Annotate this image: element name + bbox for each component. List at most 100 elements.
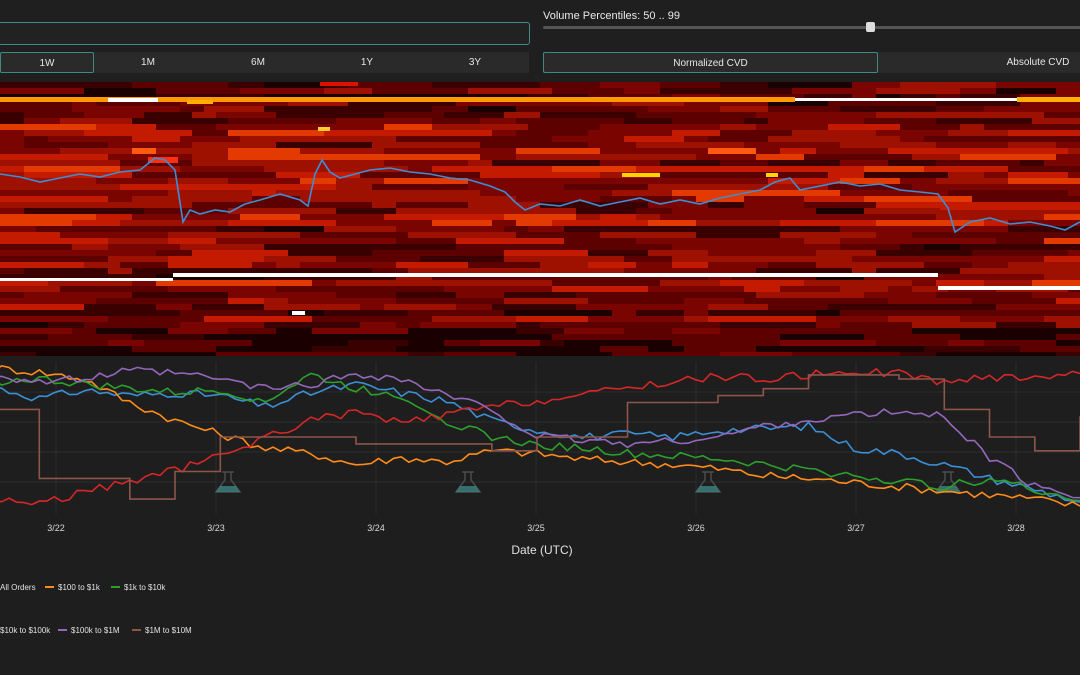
legend-item-all-orders[interactable]: All Orders — [0, 583, 36, 592]
heatmap-cell — [1056, 298, 1080, 305]
heatmap-cell — [972, 262, 1009, 269]
liquidity-band — [795, 98, 1017, 101]
heatmap-cell — [96, 184, 121, 191]
heatmap-cell — [228, 298, 265, 305]
heatmap-cell — [216, 280, 313, 287]
heatmap-cell — [0, 268, 25, 275]
heatmap-cell — [648, 346, 685, 353]
heatmap-cell — [792, 88, 877, 95]
x-tick-label: 3/25 — [527, 523, 545, 533]
symbol-input[interactable] — [0, 22, 530, 45]
volume-percentiles-slider[interactable] — [543, 26, 1080, 29]
heatmap-cell — [0, 310, 37, 317]
heatmap-cell — [960, 352, 1057, 356]
heatmap-cell — [900, 352, 937, 356]
heatmap-cell — [660, 214, 745, 221]
heatmap-cell — [192, 142, 217, 149]
heatmap-cell — [72, 244, 109, 251]
heatmap-cell — [1008, 166, 1080, 173]
heatmap-cell — [960, 88, 997, 95]
heatmap-cell — [660, 88, 769, 95]
heatmap-cell — [384, 190, 481, 197]
heatmap-cell — [48, 346, 133, 353]
timeframe-1w-button[interactable]: 1W — [0, 52, 94, 73]
heatmap-cell — [336, 118, 433, 125]
heatmap-cell — [0, 160, 49, 167]
heatmap-cell — [0, 250, 97, 257]
heatmap-cell — [288, 298, 397, 305]
legend-item-1k-10k[interactable]: $1k to $10k — [111, 583, 165, 592]
heatmap-cell — [420, 256, 505, 263]
heatmap-cell — [312, 280, 337, 287]
heatmap-cell — [228, 208, 337, 215]
heatmap-cell — [432, 82, 541, 89]
heatmap-cell — [396, 226, 505, 233]
heatmap-cell — [972, 238, 997, 245]
heatmap-cell — [252, 340, 349, 347]
heatmap-cell — [516, 316, 589, 323]
heatmap-cell — [456, 238, 493, 245]
controls-panel: 1W 1M 6M 1Y 3Y Volume Percentiles: 50 ..… — [0, 0, 1080, 80]
heatmap-cell — [300, 214, 385, 221]
heatmap-cell — [684, 238, 781, 245]
normalized-cvd-button[interactable]: Normalized CVD — [543, 52, 878, 73]
heatmap-cell — [972, 250, 1069, 257]
heatmap-cell — [480, 148, 517, 155]
heatmap-cell — [312, 316, 373, 323]
heatmap-cell — [132, 142, 193, 149]
heatmap-cell — [756, 346, 841, 353]
heatmap-cell — [492, 130, 517, 137]
heatmap-cell — [96, 298, 169, 305]
timeframe-1y-button[interactable]: 1Y — [323, 52, 411, 73]
heatmap-cell — [24, 136, 49, 143]
legend-item-10k-100k[interactable]: $10k to $100k — [0, 626, 50, 635]
heatmap-cell — [348, 340, 373, 347]
heatmap-cell — [480, 190, 553, 197]
heatmap-cell — [168, 232, 193, 239]
absolute-cvd-button[interactable]: Absolute CVD — [963, 52, 1080, 73]
heatmap-cell — [936, 292, 1033, 299]
heatmap-cell — [636, 262, 673, 269]
heatmap-cell — [132, 334, 205, 341]
heatmap-cell — [168, 190, 253, 197]
legend-item-1m-10m[interactable]: $1M to $10M — [132, 626, 192, 635]
heatmap-cell — [876, 130, 901, 137]
timeframe-3y-button[interactable]: 3Y — [431, 52, 519, 73]
heatmap-cell — [504, 226, 529, 233]
timeframe-6m-button[interactable]: 6M — [214, 52, 302, 73]
x-axis: 3/22 3/23 3/24 3/25 3/26 3/27 3/28 Date (UTC) — [47, 523, 1025, 557]
heatmap-cell — [216, 142, 277, 149]
heatmap-cell — [984, 328, 1009, 335]
heatmap-cell — [1008, 232, 1080, 239]
heatmap-cell — [960, 316, 1045, 323]
heatmap-cell — [864, 118, 937, 125]
heatmap-cell — [552, 166, 637, 173]
watermark-logo-fill — [696, 486, 720, 492]
heatmap-cell — [912, 184, 1009, 191]
heatmap-cell — [684, 148, 709, 155]
timeframe-1m-button[interactable]: 1M — [104, 52, 192, 73]
heatmap-cell — [108, 244, 181, 251]
heatmap-cell — [684, 226, 793, 233]
heatmap-cell — [480, 340, 541, 347]
heatmap-cell — [1068, 172, 1080, 179]
heatmap-cell — [984, 172, 1009, 179]
heatmap-cell — [60, 82, 133, 89]
heatmap-cell — [0, 208, 25, 215]
legend-item-100k-1m[interactable]: $100k to $1M — [58, 626, 119, 635]
heatmap-cell — [564, 244, 673, 251]
heatmap-cell — [708, 112, 757, 119]
heatmap-cell — [384, 214, 409, 221]
volume-percentiles-handle[interactable] — [866, 22, 875, 32]
legend-item-100-1k[interactable]: $100 to $1k — [45, 583, 100, 592]
heatmap-cell — [612, 304, 709, 311]
heatmap-cell — [468, 88, 493, 95]
liquidity-band — [173, 273, 938, 277]
heatmap-cell — [636, 214, 661, 221]
heatmap-cell — [924, 244, 961, 251]
heatmap-cell — [972, 196, 1080, 203]
heatmap-cell — [900, 130, 925, 137]
heatmap-cell — [0, 190, 73, 197]
heatmap-cell — [192, 250, 289, 257]
heatmap-cell — [120, 286, 169, 293]
